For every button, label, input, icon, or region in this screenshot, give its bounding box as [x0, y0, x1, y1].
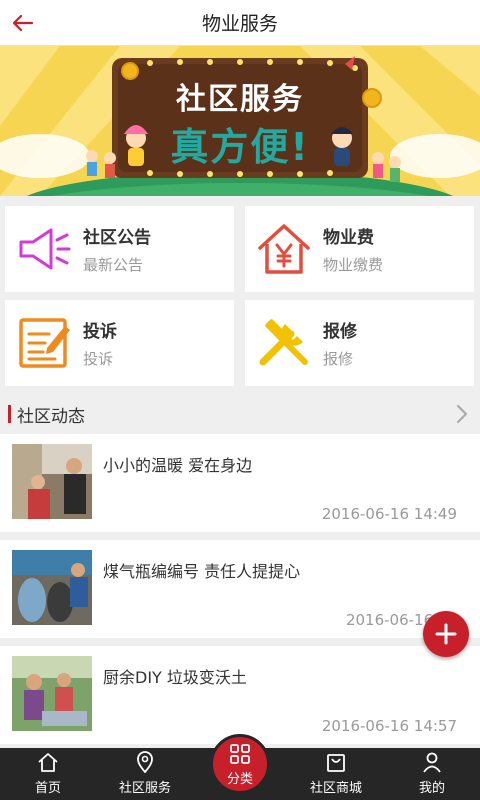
tab-home[interactable]: 首页 — [18, 748, 78, 800]
news-thumbnail — [12, 550, 92, 625]
add-button[interactable] — [423, 611, 469, 657]
repair-card[interactable]: 报修 报修 — [245, 300, 474, 386]
card-subtitle: 最新公告 — [83, 256, 144, 274]
news-thumbnail — [12, 444, 92, 519]
promo-banner[interactable]: 社区服务 真方便! — [0, 46, 480, 196]
banner-headline: 社区服务 — [176, 82, 304, 117]
page-title: 物业服务 — [201, 13, 278, 35]
app-header: 物业服务 — [0, 0, 480, 46]
property-fee-card[interactable]: 物业费 物业缴费 — [245, 206, 474, 292]
news-thumbnail — [12, 656, 92, 731]
house-yen-icon — [255, 220, 313, 278]
news-item[interactable]: 厨余DIY 垃圾变沃土 2016-06-16 14:57 — [0, 646, 480, 744]
section-header: 社区动态 — [0, 396, 480, 432]
service-grid: 社区公告 最新公告 物业费 物业缴费 投诉 投诉 报修 报修 — [0, 196, 480, 392]
news-timestamp: 2016-06-16 14:49 — [321, 505, 457, 523]
news-item[interactable]: 煤气瓶编编号 责任人提提心 2016-06-16 15 — [0, 540, 480, 638]
megaphone-icon — [15, 220, 73, 278]
tab-community-mall[interactable]: 社区商城 — [301, 748, 371, 800]
home-icon — [38, 753, 58, 772]
shopping-bag-icon — [327, 754, 345, 772]
chevron-right-icon — [456, 404, 468, 424]
tab-label: 我的 — [418, 781, 445, 796]
card-subtitle: 物业缴费 — [323, 256, 384, 274]
tab-label: 社区服务 — [118, 781, 171, 796]
user-icon — [423, 752, 441, 773]
grid-category-icon — [230, 743, 250, 764]
section-title: 社区动态 — [17, 406, 85, 427]
back-arrow-icon — [12, 14, 34, 32]
news-title: 小小的温暖 爱在身边 — [103, 456, 253, 475]
plus-icon — [435, 623, 457, 645]
section-more-button[interactable] — [452, 402, 472, 426]
location-pin-icon — [137, 751, 153, 773]
banner-subline: 真方便! — [170, 125, 310, 169]
tab-label: 首页 — [34, 781, 61, 796]
card-subtitle: 报修 — [323, 350, 354, 368]
back-button[interactable] — [6, 6, 40, 40]
card-title: 物业费 — [323, 228, 374, 248]
card-title: 社区公告 — [83, 228, 151, 248]
news-item[interactable]: 小小的温暖 爱在身边 2016-06-16 14:49 — [0, 434, 480, 532]
section-accent-bar — [8, 405, 11, 423]
news-timestamp: 2016-06-16 14:57 — [321, 717, 457, 735]
card-title: 报修 — [323, 322, 357, 342]
card-title: 投诉 — [83, 322, 117, 342]
tab-mine[interactable]: 我的 — [402, 748, 462, 800]
news-title: 厨余DIY 垃圾变沃土 — [103, 668, 247, 687]
card-subtitle: 投诉 — [83, 350, 114, 368]
news-title: 煤气瓶编编号 责任人提提心 — [103, 562, 301, 581]
tab-label: 分类 — [226, 771, 253, 787]
tab-community-service[interactable]: 社区服务 — [110, 748, 180, 800]
complaint-card[interactable]: 投诉 投诉 — [5, 300, 234, 386]
tab-category[interactable]: 分类 — [210, 734, 270, 794]
notepad-pen-icon — [15, 314, 73, 372]
tab-label: 社区商城 — [309, 781, 362, 796]
notice-card[interactable]: 社区公告 最新公告 — [5, 206, 234, 292]
wrench-hammer-icon — [255, 314, 313, 372]
